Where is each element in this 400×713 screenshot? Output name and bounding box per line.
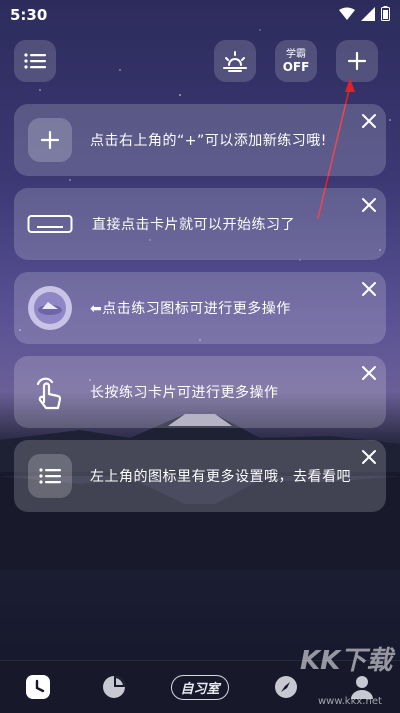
clock-icon: [26, 675, 50, 699]
compass-icon: [275, 676, 297, 698]
card-text: 点击右上角的“+”可以添加新练习哦!: [90, 133, 327, 149]
close-icon[interactable]: [360, 112, 378, 130]
tip-card-settings[interactable]: 左上角的图标里有更多设置哦，去看看吧: [14, 440, 386, 512]
tip-card-add[interactable]: 点击右上角的“+”可以添加新练习哦!: [14, 104, 386, 176]
card-text: 直接点击卡片就可以开始练习了: [92, 217, 295, 233]
card-icon-box: [20, 202, 80, 246]
card-outline-icon: [27, 215, 73, 233]
card-text: ⬅点击练习图标可进行更多操作: [90, 301, 291, 317]
close-icon[interactable]: [360, 196, 378, 214]
close-icon[interactable]: [360, 448, 378, 466]
tip-card-icon[interactable]: ⬅点击练习图标可进行更多操作: [14, 272, 386, 344]
nav-statistics[interactable]: [84, 667, 144, 707]
card-text: 长按练习卡片可进行更多操作: [90, 385, 279, 401]
card-icon-box: [28, 370, 72, 414]
tip-card-longpress[interactable]: 长按练习卡片可进行更多操作: [14, 356, 386, 428]
close-icon[interactable]: [360, 280, 378, 298]
card-text: 左上角的图标里有更多设置哦，去看看吧: [90, 469, 351, 485]
nav-practice[interactable]: [8, 667, 68, 707]
watermark-logo: KK下载: [300, 646, 393, 676]
list-icon: [39, 468, 61, 484]
tap-hand-icon: [36, 377, 62, 410]
card-icon-box: [28, 454, 72, 498]
nav-study-room[interactable]: 自习室: [160, 667, 240, 707]
card-icon-box: [28, 286, 72, 330]
watermark-url: www.kkx.net: [318, 696, 382, 707]
close-icon[interactable]: [360, 364, 378, 382]
card-icon-box: [28, 118, 72, 162]
tip-card-click[interactable]: 直接点击卡片就可以开始练习了: [14, 188, 386, 260]
study-room-label: 自习室: [171, 674, 229, 700]
planet-icon: [34, 292, 66, 324]
plus-icon: [40, 130, 60, 150]
pie-chart-icon: [103, 676, 125, 698]
